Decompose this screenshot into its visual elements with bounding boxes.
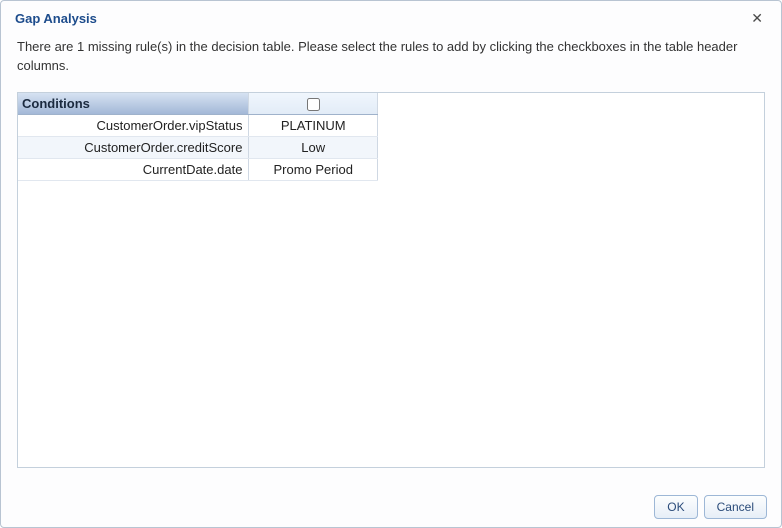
gap-table: Conditions CustomerOrder.vipStatus PLATI… [18, 93, 378, 182]
condition-value: Low [249, 137, 378, 159]
condition-name: CustomerOrder.vipStatus [18, 115, 249, 137]
condition-name: CurrentDate.date [18, 159, 249, 181]
rule-select-checkbox[interactable] [307, 98, 320, 111]
condition-value: PLATINUM [249, 115, 378, 137]
close-icon[interactable]: ✕ [747, 11, 767, 25]
cancel-button[interactable]: Cancel [704, 495, 767, 519]
rule-header-1[interactable] [249, 93, 378, 115]
dialog-title: Gap Analysis [15, 11, 97, 26]
title-bar: Gap Analysis ✕ [1, 1, 781, 28]
table-row: CustomerOrder.vipStatus PLATINUM [18, 115, 378, 137]
condition-value: Promo Period [249, 159, 378, 181]
table-row: CustomerOrder.creditScore Low [18, 137, 378, 159]
conditions-header: Conditions [18, 93, 249, 115]
ok-button[interactable]: OK [654, 495, 697, 519]
button-bar: OK Cancel [654, 495, 767, 519]
condition-name: CustomerOrder.creditScore [18, 137, 249, 159]
results-panel: Conditions CustomerOrder.vipStatus PLATI… [17, 92, 765, 468]
instructions-text: There are 1 missing rule(s) in the decis… [1, 28, 781, 76]
table-row: CurrentDate.date Promo Period [18, 159, 378, 181]
gap-analysis-dialog: Gap Analysis ✕ There are 1 missing rule(… [0, 0, 782, 528]
